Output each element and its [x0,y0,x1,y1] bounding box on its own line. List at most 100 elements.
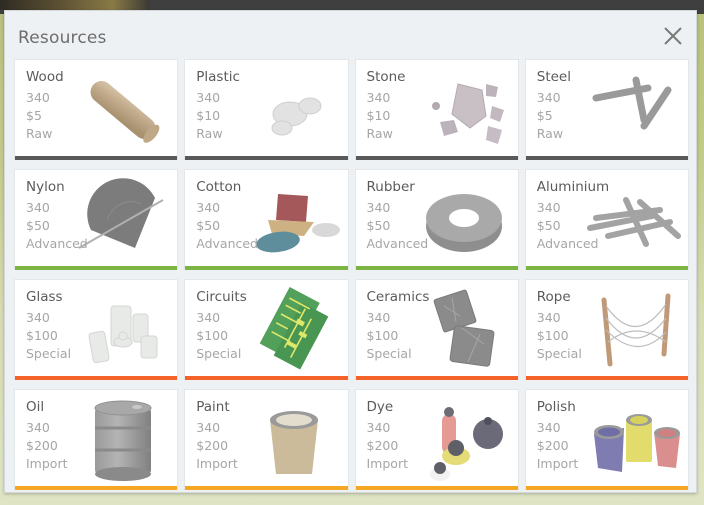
game-hud-top-left-strip [0,0,150,10]
resource-card-text: Cotton 340 $50 Advanced [196,178,258,253]
resource-tier: Advanced [366,236,429,251]
resource-amount: 340 [26,200,50,215]
resource-card[interactable]: Paint 340 $200 Import [184,389,349,490]
resource-tier-accent-bar [525,486,688,490]
resource-card-text: Stone 340 $10 Raw [367,68,406,143]
resource-card-text: Rubber 340 $50 Advanced [367,178,429,253]
resource-card[interactable]: Oil 340 $200 Import [14,389,179,490]
resource-name: Nylon [26,179,65,195]
resource-name: Wood [26,69,64,85]
resource-price: $50 [366,218,391,233]
resource-amount: 340 [196,200,221,215]
resource-card[interactable]: Rubber 340 $50 Advanced [354,169,519,270]
resource-tier-accent-bar [15,376,178,380]
resource-amount: 340 [26,310,50,325]
resource-card[interactable]: Glass 340 $100 Special [14,279,179,380]
resource-name: Oil [26,399,45,415]
resource-price: $100 [366,328,399,343]
resource-amount: 340 [536,200,561,215]
resource-name: Paint [196,399,230,415]
resource-tier: Special [196,346,242,361]
resource-card-text: Glass 340 $100 Special [26,288,71,363]
resource-tier: Import [196,456,238,471]
resource-tier: Import [26,456,68,471]
resource-price: $200 [536,438,569,453]
glass-jars-icon [71,284,175,376]
resource-card[interactable]: Circuits 340 $100 Special [184,279,349,380]
resource-card-text: Dye 340 $200 Import [367,398,409,473]
resource-price: $200 [366,438,399,453]
resource-price: $200 [26,438,58,453]
resource-tier-accent-bar [15,266,178,270]
resource-amount: 340 [196,310,221,325]
resource-amount: 340 [196,420,221,435]
steel-bars-icon [582,64,686,156]
resource-card-text: Rope 340 $100 Special [537,288,582,363]
close-icon [662,25,684,47]
resource-amount: 340 [366,420,391,435]
resource-tier: Advanced [536,236,599,251]
resource-amount: 340 [366,90,391,105]
resource-tier-accent-bar [15,486,178,490]
resource-card-text: Paint 340 $200 Import [196,398,238,473]
resource-card-text: Circuits 340 $100 Special [196,288,247,363]
resource-tier: Advanced [26,236,88,251]
resource-amount: 340 [536,90,561,105]
resource-card-text: Polish 340 $200 Import [537,398,579,473]
resource-tier-accent-bar [355,266,518,270]
resource-card[interactable]: Nylon 340 $50 Advanced [14,169,179,270]
resource-tier: Import [536,456,579,471]
resource-tier: Raw [536,126,564,141]
resource-card[interactable]: Steel 340 $5 Raw [524,59,689,160]
oil-barrel-icon [71,394,175,486]
circuit-board-icon [242,284,346,376]
polish-tins-icon [582,394,686,486]
resource-card[interactable]: Cotton 340 $50 Advanced [184,169,349,270]
resource-tier: Special [536,346,582,361]
resource-name: Ceramics [366,289,430,305]
resources-dialog: Resources Wood 340 $5 Raw Plastic 340 $10 Raw … [4,10,697,493]
resource-card-text: Wood 340 $5 Raw [26,68,64,143]
resource-card-text: Plastic 340 $10 Raw [196,68,240,143]
resource-name: Polish [536,399,576,415]
resource-card[interactable]: Ceramics 340 $100 Special [354,279,519,380]
resource-price: $50 [196,218,221,233]
resource-card[interactable]: Aluminium 340 $50 Advanced [524,169,689,270]
resource-tier: Special [366,346,412,361]
dye-bottles-icon [412,394,516,486]
resource-card[interactable]: Polish 340 $200 Import [524,389,689,490]
resource-card[interactable]: Plastic 340 $10 Raw [184,59,349,160]
resource-price: $100 [196,328,229,343]
resource-card-text: Aluminium 340 $50 Advanced [537,178,609,253]
rope-icon [582,284,686,376]
resource-tier-accent-bar [185,156,348,160]
resource-tier-accent-bar [185,376,348,380]
resource-tier: Special [26,346,72,361]
resource-price: $50 [26,218,50,233]
resource-tier-accent-bar [355,156,518,160]
resource-tier: Raw [366,126,393,141]
resource-card[interactable]: Stone 340 $10 Raw [354,59,519,160]
resource-tier: Raw [196,126,223,141]
resource-tier: Advanced [196,236,258,251]
resource-card-text: Steel 340 $5 Raw [537,68,571,143]
resource-card[interactable]: Dye 340 $200 Import [354,389,519,490]
resource-tier-accent-bar [185,486,348,490]
resource-name: Rope [536,289,571,305]
resource-name: Plastic [196,69,240,85]
resource-card[interactable]: Wood 340 $5 Raw [14,59,179,160]
resource-price: $5 [26,108,42,123]
resource-row-import: Oil 340 $200 Import Paint 340 $200 Import Dye 3… [14,389,689,490]
resource-card[interactable]: Rope 340 $100 Special [524,279,689,380]
resource-amount: 340 [536,420,561,435]
resource-name: Cotton [196,179,242,195]
resource-tier-accent-bar [355,486,518,490]
resource-tier-accent-bar [525,156,688,160]
resource-card-text: Nylon 340 $50 Advanced [26,178,88,253]
resource-name: Glass [26,289,63,305]
close-button[interactable] [658,21,688,51]
resource-tier-accent-bar [355,376,518,380]
resource-name: Aluminium [536,179,610,195]
page-title: Resources [18,28,107,48]
plastic-icon [242,64,346,156]
